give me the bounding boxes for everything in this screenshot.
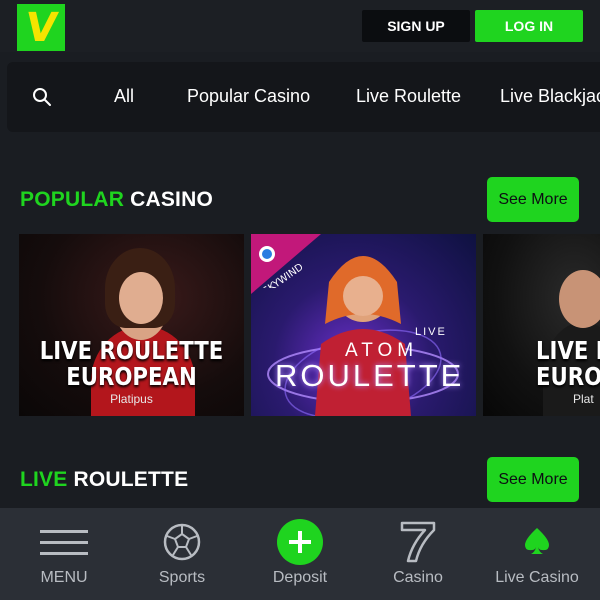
nav-label: MENU [40, 569, 88, 586]
seven-icon [400, 521, 436, 563]
menu-icon [40, 530, 88, 555]
atom-live-label: LIVE [415, 326, 447, 338]
card-provider: Plat [573, 392, 594, 406]
card-provider: Platipus [110, 392, 153, 406]
see-more-button[interactable]: See More [487, 177, 579, 222]
section-title-accent: LIVE [20, 468, 68, 491]
nav-label: Sports [158, 569, 206, 586]
top-header: V SIGN UP LOG IN [0, 0, 600, 52]
section-title-rest: ROULETTE [67, 468, 189, 491]
soccer-ball-icon [163, 523, 201, 561]
sign-up-button[interactable]: SIGN UP [362, 10, 470, 42]
game-card-live-roulette-european-2[interactable]: LIVE RO EUROPI Plat [483, 234, 600, 416]
nav-label: Live Casino [495, 569, 579, 586]
nav-sports[interactable]: Sports [142, 508, 222, 600]
skywind-label: SKYWIND [261, 262, 306, 288]
category-nav: All Popular Casino Live Roulette Live Bl… [7, 62, 600, 132]
section-title-accent: POPULAR [20, 188, 125, 211]
nav-label: Deposit [272, 569, 328, 586]
bottom-nav: MENU Sports Deposit Casino Live Casino [0, 508, 600, 600]
logo-letter: V [22, 4, 60, 51]
category-live-roulette[interactable]: Live Roulette [356, 86, 461, 107]
brand-logo[interactable]: V [17, 4, 65, 51]
category-popular-casino[interactable]: Popular Casino [187, 86, 310, 107]
nav-live-casino[interactable]: Live Casino [487, 508, 587, 600]
section-title-rest: CASINO [124, 188, 213, 211]
card-title-line2: EUROPEAN [66, 362, 197, 391]
nav-deposit[interactable]: Deposit [260, 508, 340, 600]
card-title-line1: LIVE RO [536, 336, 600, 365]
category-live-blackjack[interactable]: Live Blackjack [500, 86, 600, 107]
spade-icon [525, 528, 549, 554]
see-more-button[interactable]: See More [487, 457, 579, 502]
plus-icon [277, 519, 323, 565]
nav-label: Casino [393, 569, 443, 586]
category-all[interactable]: All [114, 86, 134, 107]
card-title-line1: LIVE ROULETTE [39, 336, 224, 365]
game-card-live-roulette-european[interactable]: LIVE ROULETTE EUROPEAN Platipus [19, 234, 244, 416]
skywind-badge: SKYWIND [259, 246, 306, 288]
section-title-popular-casino: POPULAR CASINO [20, 188, 213, 212]
log-in-button[interactable]: LOG IN [475, 10, 583, 42]
atom-roulette-label: ROULETTE [275, 358, 465, 393]
search-icon[interactable] [32, 87, 52, 107]
nav-menu[interactable]: MENU [24, 508, 104, 600]
section-title-live-roulette: LIVE ROULETTE [20, 468, 188, 492]
card-title-line2: EUROPI [536, 362, 600, 391]
nav-casino[interactable]: Casino [378, 508, 458, 600]
